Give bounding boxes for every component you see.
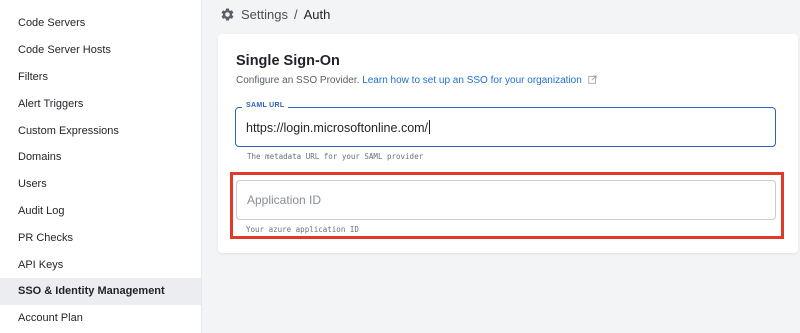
- saml-url-helper-text: The metadata URL for your SAML provider: [247, 152, 424, 161]
- sidebar-item-label: Alert Triggers: [18, 97, 84, 110]
- gear-icon: [220, 7, 235, 22]
- sidebar-item-audit-log[interactable]: Audit Log: [0, 198, 201, 225]
- sidebar-item-label: SSO & Identity Management: [18, 285, 165, 298]
- sidebar-item-filters[interactable]: Filters: [0, 64, 201, 91]
- sidebar-item-account-plan[interactable]: Account Plan: [0, 305, 201, 332]
- sidebar-item-label: Filters: [18, 70, 48, 83]
- sidebar-item-label: Custom Expressions: [18, 124, 119, 137]
- sidebar-item-api-keys[interactable]: API Keys: [0, 251, 201, 278]
- sidebar-item-label: PR Checks: [18, 231, 74, 244]
- sso-description: Configure an SSO Provider. Learn how to …: [236, 75, 597, 86]
- breadcrumb-current: Auth: [303, 6, 331, 22]
- sidebar-item-label: Account Plan: [18, 312, 83, 325]
- sidebar-item-label: Domains: [18, 151, 62, 164]
- saml-url-input[interactable]: https://login.microsoftonline.com/: [246, 120, 431, 135]
- sidebar-item-pr-checks[interactable]: PR Checks: [0, 224, 201, 251]
- sidebar-item-alert-triggers[interactable]: Alert Triggers: [0, 90, 201, 117]
- external-link-icon[interactable]: [587, 75, 597, 84]
- breadcrumb-separator: /: [293, 6, 298, 22]
- sidebar-item-code-servers[interactable]: Code Servers: [0, 10, 201, 37]
- breadcrumb-settings-link[interactable]: Settings: [241, 7, 288, 22]
- sidebar-item-label: Code Server Hosts: [18, 44, 111, 57]
- sidebar-item-label: Users: [18, 178, 47, 191]
- sidebar-item-label: API Keys: [18, 258, 64, 271]
- sidebar-item-label: Code Servers: [18, 17, 86, 30]
- sidebar-item-code-server-hosts[interactable]: Code Server Hosts: [0, 37, 201, 64]
- application-id-helper-text: Your azure application ID: [246, 225, 359, 234]
- sidebar-item-label: Audit Log: [18, 204, 65, 217]
- sidebar-item-sso-identity-management[interactable]: SSO & Identity Management: [0, 277, 201, 305]
- sidebar-item-domains[interactable]: Domains: [0, 144, 201, 171]
- page-title: Single Sign-On: [236, 53, 340, 69]
- sidebar-item-users[interactable]: Users: [0, 171, 201, 198]
- application-id-field[interactable]: [236, 180, 776, 220]
- saml-url-label: SAML URL: [242, 102, 289, 109]
- breadcrumb: Settings / Auth: [220, 6, 330, 22]
- saml-url-value: https://login.microsoftonline.com/: [246, 121, 429, 135]
- sso-setup-help-link[interactable]: Learn how to set up an SSO for your orga…: [362, 75, 582, 86]
- text-cursor: [429, 120, 431, 134]
- saml-url-field[interactable]: SAML URL https://login.microsoftonline.c…: [235, 102, 776, 147]
- sso-card: Single Sign-On Configure an SSO Provider…: [218, 34, 798, 253]
- sidebar-item-custom-expressions[interactable]: Custom Expressions: [0, 117, 201, 144]
- application-id-input[interactable]: [238, 182, 774, 218]
- sidebar: Code Servers Code Server Hosts Filters A…: [0, 0, 202, 333]
- sso-description-text: Configure an SSO Provider.: [236, 75, 360, 86]
